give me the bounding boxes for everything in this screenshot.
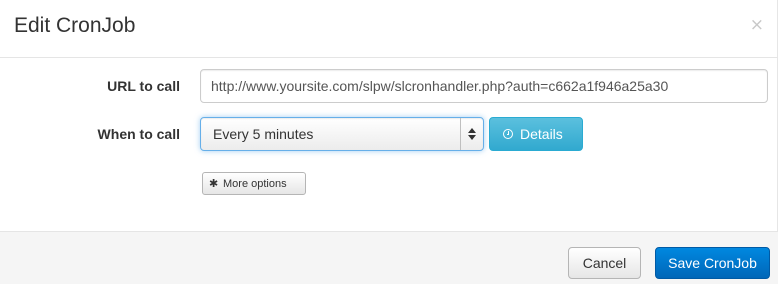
url-label: URL to call	[107, 78, 180, 94]
dialog-title: Edit CronJob	[14, 14, 136, 37]
clock-icon	[503, 129, 513, 139]
url-input[interactable]: http://www.yoursite.com/slpw/slcronhandl…	[200, 69, 768, 103]
gear-icon: ✱	[209, 177, 219, 190]
when-label: When to call	[97, 126, 180, 142]
details-button[interactable]: Details	[489, 117, 583, 151]
details-label: Details	[520, 126, 563, 142]
cancel-button[interactable]: Cancel	[568, 247, 641, 279]
more-options-button[interactable]: ✱ More options	[202, 172, 306, 195]
save-cronjob-button[interactable]: Save CronJob	[655, 247, 770, 279]
select-arrows-icon	[460, 118, 483, 150]
interval-selected-value: Every 5 minutes	[213, 126, 314, 142]
close-icon[interactable]: ×	[750, 15, 764, 35]
interval-select[interactable]: Every 5 minutes	[200, 117, 484, 151]
edit-cronjob-dialog: Edit CronJob × URL to call http://www.yo…	[0, 0, 778, 284]
dialog-header: Edit CronJob ×	[0, 0, 778, 58]
more-options-label: More options	[223, 178, 287, 190]
